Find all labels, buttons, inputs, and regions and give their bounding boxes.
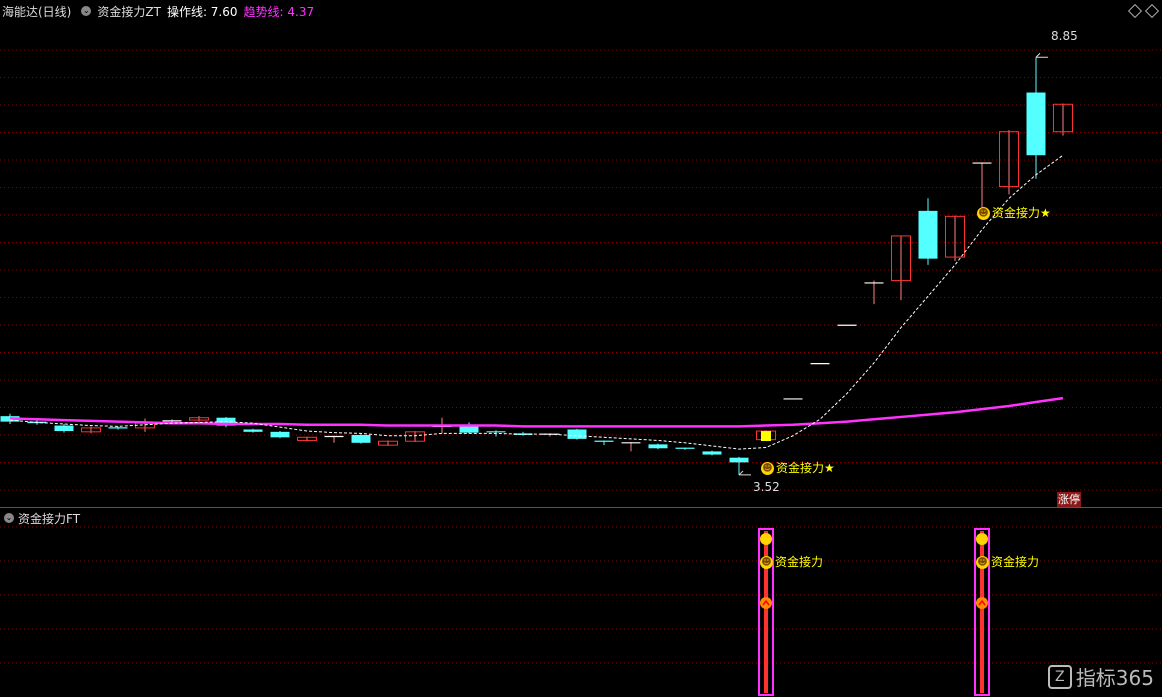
candle-body bbox=[243, 429, 263, 432]
sub-signal-text-1: 资金接力 bbox=[775, 555, 824, 569]
signal-text-1: 资金接力★ bbox=[776, 461, 835, 475]
signal-label-2: ☻ 资金接力★ bbox=[977, 204, 1051, 221]
candle-body bbox=[567, 429, 587, 439]
sub-signal-label-2: ☻ 资金接力 bbox=[976, 553, 1039, 570]
signal-label-1: ☻ 资金接力★ bbox=[761, 459, 835, 476]
arrow-up-icon bbox=[760, 597, 772, 609]
watermark: Z 指标365 bbox=[1047, 662, 1154, 691]
candle-body bbox=[918, 210, 938, 259]
smiley-icon: ☻ bbox=[760, 556, 773, 569]
candle-body bbox=[1026, 92, 1046, 156]
candle-body bbox=[702, 451, 722, 455]
smiley-icon: ☻ bbox=[976, 556, 989, 569]
signal-marker bbox=[761, 431, 771, 442]
candle-body bbox=[351, 434, 371, 443]
smiley-icon: ☻ bbox=[761, 462, 774, 475]
candle-body bbox=[648, 444, 668, 449]
sub-signal-label-1: ☻ 资金接力 bbox=[760, 553, 823, 570]
low-pointer bbox=[738, 470, 751, 476]
high-pointer bbox=[1035, 52, 1048, 58]
logo-icon: Z bbox=[1047, 664, 1072, 689]
limit-up-badge: 涨停 bbox=[1057, 492, 1081, 507]
money-icon bbox=[760, 533, 772, 545]
watermark-text: 指标365 bbox=[1075, 666, 1154, 690]
signal-text-2: 资金接力★ bbox=[992, 206, 1051, 220]
trend-line bbox=[9, 396, 1064, 428]
candle-body bbox=[729, 457, 749, 463]
sub-indicator-chart bbox=[0, 526, 1162, 696]
money-icon bbox=[976, 533, 988, 545]
high-price-label: 8.85 bbox=[1051, 29, 1078, 43]
sub-signal-text-2: 资金接力 bbox=[991, 555, 1040, 569]
arrow-up-icon bbox=[976, 597, 988, 609]
candle-body bbox=[270, 431, 290, 438]
candlestick-chart bbox=[0, 49, 1162, 508]
candle-body bbox=[54, 425, 74, 432]
low-price-label: 3.52 bbox=[753, 480, 780, 494]
smiley-icon: ☻ bbox=[977, 207, 990, 220]
op-line bbox=[9, 154, 1064, 450]
